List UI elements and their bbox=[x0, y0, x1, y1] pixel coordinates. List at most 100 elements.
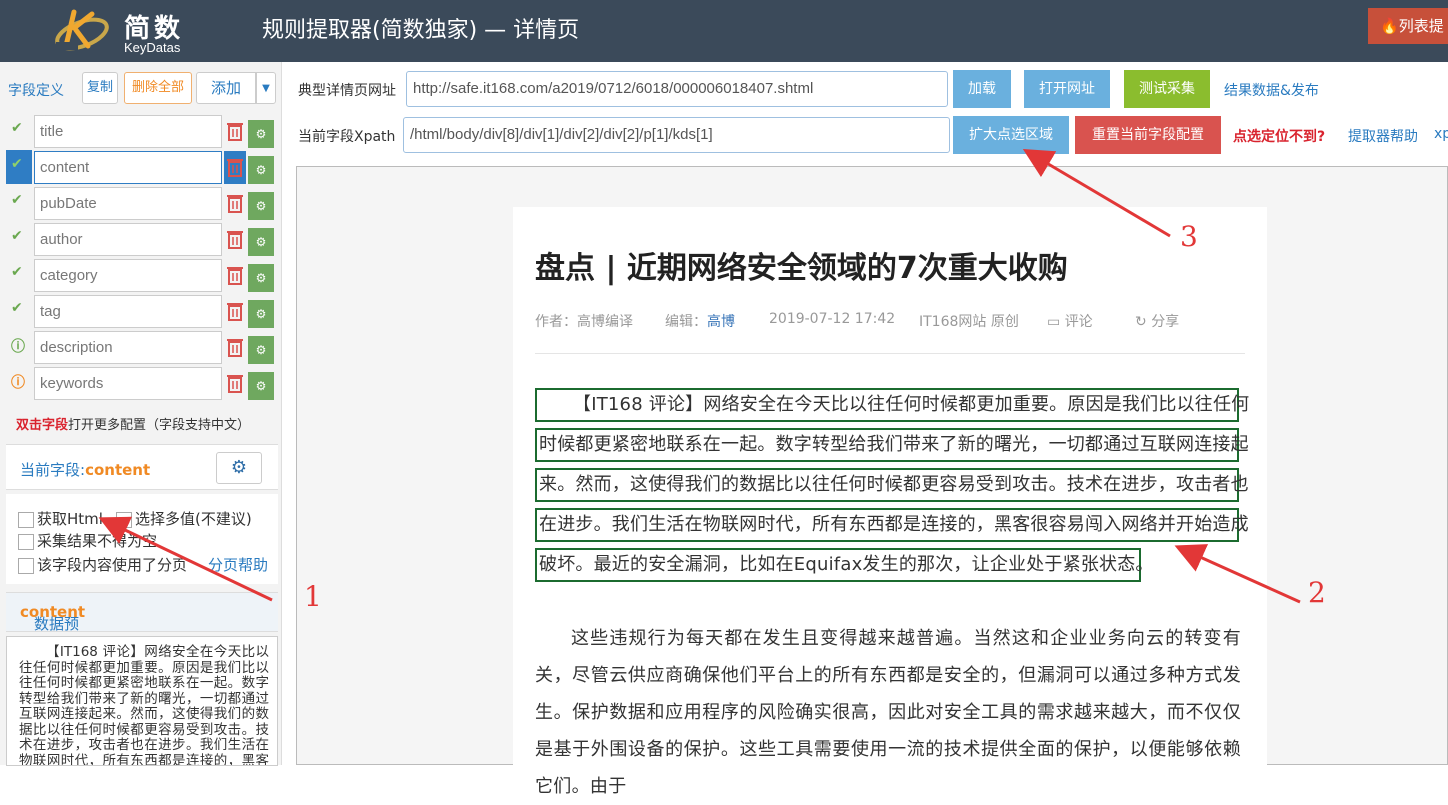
field-name-input[interactable]: category bbox=[34, 259, 222, 292]
article-date[interactable]: 2019-07-12 17:42 bbox=[769, 311, 895, 327]
field-row[interactable]: ✔ title ⚙ bbox=[6, 114, 278, 150]
field-status[interactable]: ✔ bbox=[6, 114, 32, 148]
field-name-input[interactable]: content bbox=[34, 151, 222, 184]
extractor-help-link[interactable]: 提取器帮助 bbox=[1348, 126, 1418, 146]
add-field-button[interactable]: 添加 bbox=[196, 72, 256, 104]
field-row[interactable]: ⓘ keywords ⚙ bbox=[6, 366, 278, 402]
field-config-button[interactable]: ⚙ bbox=[248, 300, 274, 328]
not-empty-checkbox[interactable] bbox=[18, 533, 34, 550]
gear-icon: ⚙ bbox=[255, 307, 267, 321]
info-icon: ⓘ bbox=[11, 339, 25, 355]
test-collect-button[interactable]: 测试采集 bbox=[1124, 70, 1210, 108]
multi-value-checkbox[interactable] bbox=[116, 511, 132, 528]
annotation-2: 2 bbox=[1308, 576, 1326, 609]
highlighted-line[interactable]: 来。然而，这使得我们的数据比以往任何时候都更容易受到攻击。技术在进步，攻击者也 bbox=[535, 468, 1249, 502]
highlighted-line[interactable]: 破坏。最近的安全漏洞，比如在Equifax发生的那次，让企业处于紧张状态。 bbox=[535, 548, 1153, 582]
delete-field-button[interactable] bbox=[226, 120, 244, 142]
multi-value-option[interactable]: 选择多值(不建议) bbox=[116, 508, 252, 529]
delete-field-button[interactable] bbox=[226, 228, 244, 250]
field-status[interactable]: ✔ bbox=[6, 222, 32, 256]
xpath-help-link[interactable]: xp bbox=[1434, 126, 1448, 142]
paging-checkbox[interactable] bbox=[18, 557, 34, 574]
get-html-checkbox[interactable] bbox=[18, 511, 34, 528]
article-paragraph[interactable]: 这些违规行为每天都在发生且变得越来越普遍。当然这和企业业务向云的转变有关，尽管云… bbox=[535, 620, 1241, 805]
xpath-input[interactable]: /html/body/div[8]/div[1]/div[2]/div[2]/p… bbox=[403, 117, 950, 153]
open-url-button[interactable]: 打开网址 bbox=[1024, 70, 1110, 108]
field-row[interactable]: ✔ content ⚙ bbox=[6, 150, 278, 186]
gear-icon: ⚙ bbox=[255, 163, 267, 177]
field-status[interactable]: ✔ bbox=[6, 150, 32, 184]
trash-icon bbox=[227, 303, 243, 321]
delete-field-button[interactable] bbox=[226, 336, 244, 358]
delete-field-button[interactable] bbox=[226, 192, 244, 214]
annotation-3: 3 bbox=[1180, 220, 1198, 253]
paging-help-link[interactable]: 分页帮助 bbox=[208, 554, 268, 575]
field-name-input[interactable]: author bbox=[34, 223, 222, 256]
field-row[interactable]: ⓘ description ⚙ bbox=[6, 330, 278, 366]
meta-divider bbox=[535, 353, 1245, 354]
gear-icon: ⚙ bbox=[255, 127, 267, 141]
delete-field-button[interactable] bbox=[226, 300, 244, 322]
cant-locate-link[interactable]: 点选定位不到? bbox=[1233, 126, 1325, 146]
load-button[interactable]: 加载 bbox=[953, 70, 1011, 108]
highlighted-line[interactable]: 【IT168 评论】网络安全在今天比以往任何时候都更加重要。原因是我们比以往任何 bbox=[535, 388, 1249, 422]
field-settings-button[interactable]: ⚙ bbox=[216, 452, 262, 484]
field-toolbar: 字段定义 复制 删除全部 添加 ▼ bbox=[6, 70, 280, 104]
field-name-input[interactable]: tag bbox=[34, 295, 222, 328]
list-page-label: 列表提 bbox=[1398, 17, 1444, 35]
article-editor[interactable]: 编辑：高博 bbox=[665, 311, 735, 331]
field-status[interactable]: ✔ bbox=[6, 186, 32, 220]
delete-field-button[interactable] bbox=[226, 372, 244, 394]
field-config-button[interactable]: ⚙ bbox=[248, 336, 274, 364]
field-status[interactable]: ⓘ bbox=[6, 330, 32, 364]
trash-icon bbox=[227, 123, 243, 141]
reset-field-button[interactable]: 重置当前字段配置 bbox=[1075, 116, 1221, 154]
list-page-button[interactable]: 🔥列表提 bbox=[1368, 8, 1448, 44]
highlighted-line[interactable]: 时候都更紧密地联系在一起。数字转型给我们带来了新的曙光，一切都通过互联网连接起 bbox=[535, 428, 1249, 462]
delete-field-button[interactable] bbox=[224, 151, 246, 184]
check-icon: ✔ bbox=[11, 264, 23, 280]
field-config-button[interactable]: ⚙ bbox=[248, 264, 274, 292]
field-name-input[interactable]: description bbox=[34, 331, 222, 364]
article-title[interactable]: 盘点 | 近期网络安全领域的7次重大收购 bbox=[535, 243, 1068, 287]
trash-icon bbox=[227, 339, 243, 357]
field-status[interactable]: ✔ bbox=[6, 294, 32, 328]
trash-icon bbox=[227, 231, 243, 249]
get-html-option[interactable]: 获取Html bbox=[18, 508, 103, 529]
result-publish-link[interactable]: 结果数据&发布 bbox=[1224, 80, 1319, 100]
field-config-button[interactable]: ⚙ bbox=[248, 156, 274, 184]
delete-field-button[interactable] bbox=[226, 264, 244, 286]
field-name-input[interactable]: title bbox=[34, 115, 222, 148]
field-status[interactable]: ⓘ bbox=[6, 366, 32, 400]
field-status[interactable]: ✔ bbox=[6, 258, 32, 292]
not-empty-option[interactable]: 采集结果不得为空 bbox=[18, 530, 157, 551]
field-list: ✔ title ⚙ ✔ content ⚙ ✔ pubDate ⚙ ✔ author ⚙ ✔ catego… bbox=[6, 114, 278, 402]
field-config-button[interactable]: ⚙ bbox=[248, 228, 274, 256]
paging-option[interactable]: 该字段内容使用了分页 bbox=[18, 554, 187, 575]
main-area: 典型详情页网址 http://safe.it168.com/a2019/0712… bbox=[282, 62, 1448, 797]
field-name-input[interactable]: keywords bbox=[34, 367, 222, 400]
highlighted-line[interactable]: 在进步。我们生活在物联网时代，所有东西都是连接的，黑客很容易闯入网络并开始造成 bbox=[535, 508, 1249, 542]
field-config-button[interactable]: ⚙ bbox=[248, 192, 274, 220]
article-author[interactable]: 作者：高博编译 bbox=[535, 311, 633, 331]
gear-icon: ⚙ bbox=[255, 379, 267, 393]
field-row[interactable]: ✔ tag ⚙ bbox=[6, 294, 278, 330]
fire-icon: 🔥 bbox=[1380, 17, 1399, 35]
warning-icon: ⓘ bbox=[11, 375, 25, 391]
field-config-button[interactable]: ⚙ bbox=[248, 372, 274, 400]
article-source[interactable]: IT168网站 原创 bbox=[919, 311, 1019, 331]
field-row[interactable]: ✔ pubDate ⚙ bbox=[6, 186, 278, 222]
url-input[interactable]: http://safe.it168.com/a2019/0712/6018/00… bbox=[406, 71, 948, 107]
caret-down-icon: ▼ bbox=[262, 83, 270, 94]
share-link[interactable]: ↻ 分享 bbox=[1135, 311, 1179, 331]
add-dropdown-toggle[interactable]: ▼ bbox=[256, 72, 276, 104]
field-row[interactable]: ✔ category ⚙ bbox=[6, 258, 278, 294]
expand-selection-button[interactable]: 扩大点选区域 bbox=[953, 116, 1069, 154]
field-config-button[interactable]: ⚙ bbox=[248, 120, 274, 148]
comment-link[interactable]: ▭ 评论 bbox=[1047, 311, 1093, 331]
copy-button[interactable]: 复制 bbox=[82, 72, 118, 104]
field-name-input[interactable]: pubDate bbox=[34, 187, 222, 220]
delete-all-button[interactable]: 删除全部 bbox=[124, 72, 192, 104]
gear-icon: ⚙ bbox=[255, 199, 267, 213]
field-row[interactable]: ✔ author ⚙ bbox=[6, 222, 278, 258]
